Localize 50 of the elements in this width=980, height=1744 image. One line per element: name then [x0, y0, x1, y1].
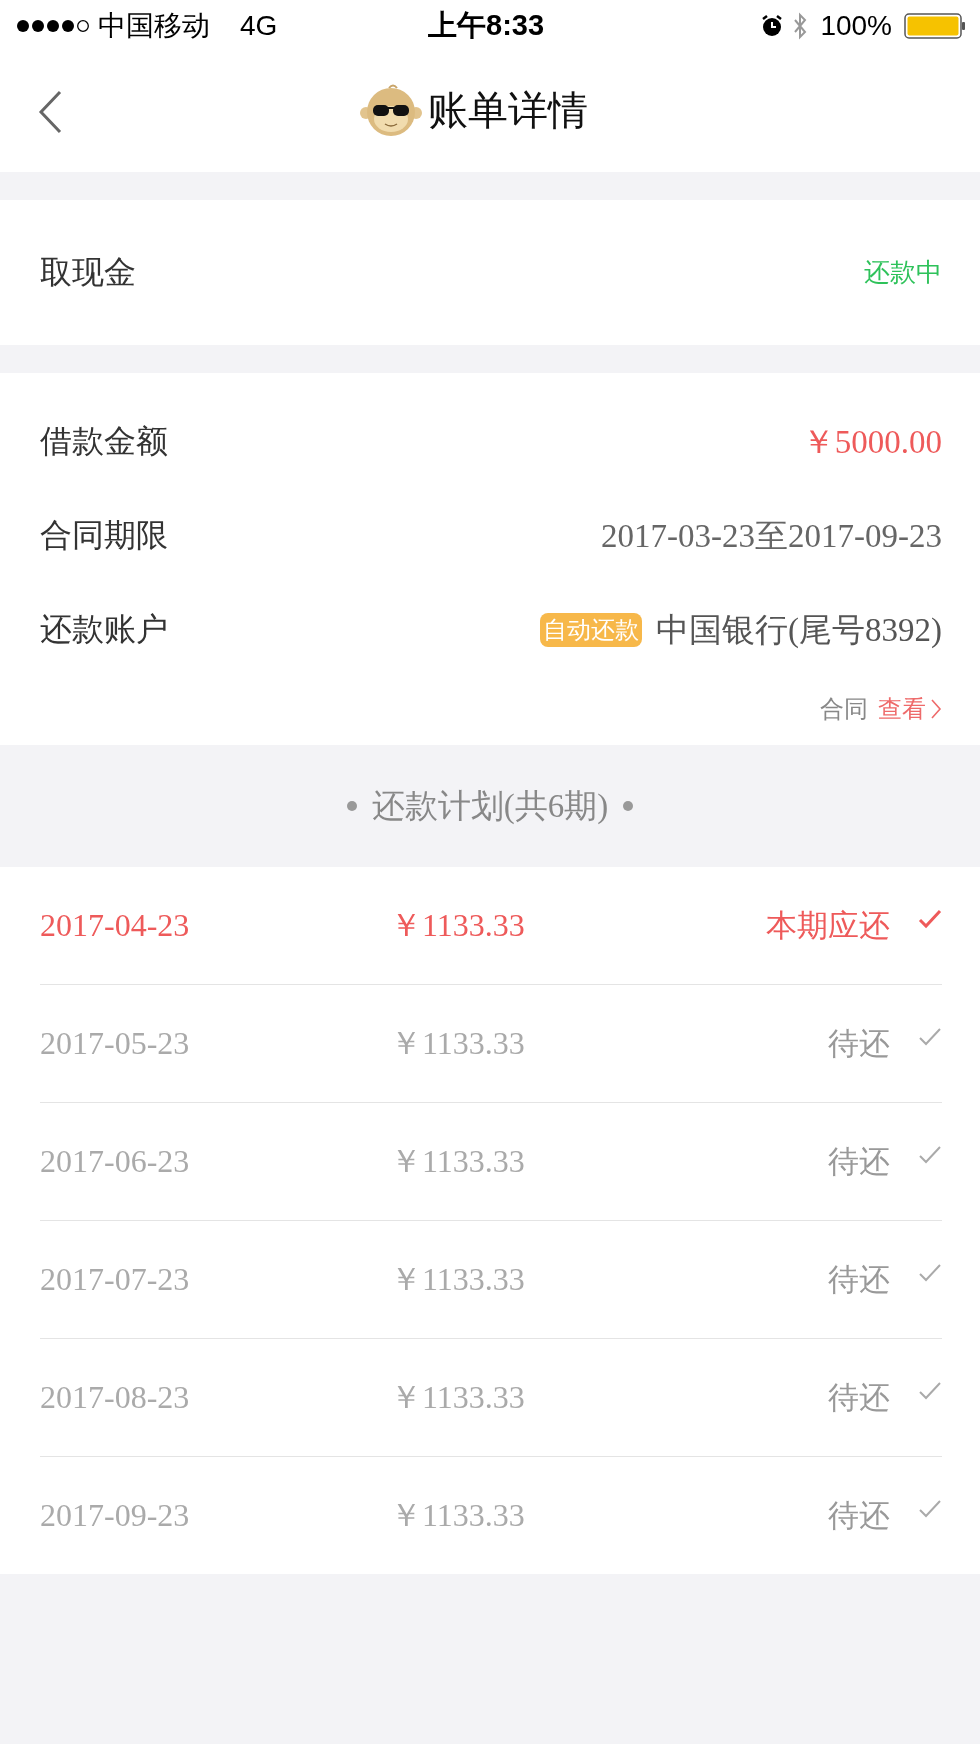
installment-amount: ￥1133.33 — [390, 905, 525, 945]
network-type: 4G — [240, 10, 278, 42]
installment-status: 待还 — [828, 1377, 890, 1417]
carrier-name: 中国移动 — [98, 9, 210, 43]
check-icon — [918, 908, 942, 929]
dot-icon — [345, 800, 358, 812]
installment-amount: ￥1133.33 — [390, 1377, 525, 1417]
battery-icon — [904, 13, 966, 39]
due-date: 2017-09-23 — [40, 1497, 191, 1534]
installment-amount: ￥1133.33 — [390, 1023, 525, 1063]
check-icon — [918, 1498, 942, 1519]
dot-icon — [622, 800, 635, 812]
installment-status: 待还 — [828, 1495, 890, 1535]
due-date: 2017-08-23 — [40, 1379, 191, 1416]
bluetooth-icon — [792, 12, 809, 40]
battery-percent: 100% — [820, 10, 892, 42]
view-contract-link[interactable]: 查看 — [878, 693, 942, 725]
auto-repay-badge: 自动还款 — [540, 613, 642, 647]
check-icon — [918, 1262, 942, 1283]
back-icon — [38, 90, 62, 134]
due-date: 2017-07-23 — [40, 1261, 191, 1298]
due-date: 2017-06-23 — [40, 1143, 191, 1180]
installment-amount: ￥1133.33 — [390, 1259, 525, 1299]
due-date: 2017-05-23 — [40, 1025, 191, 1062]
check-icon — [918, 1026, 942, 1047]
check-icon — [918, 1144, 942, 1165]
loan-type-label: 取现金 — [40, 251, 136, 293]
due-date: 2017-04-23 — [40, 907, 191, 944]
clock-time: 上午8:33 — [428, 8, 545, 43]
check-icon — [918, 1380, 942, 1401]
schedule-title: 还款计划(共6期) — [371, 786, 609, 826]
repayment-status: 还款中 — [864, 256, 942, 289]
detail-value: ￥5000.00 — [801, 422, 942, 462]
back-button[interactable] — [38, 90, 62, 134]
installment-amount: ￥1133.33 — [390, 1495, 525, 1535]
installment-status: 待还 — [828, 1023, 890, 1063]
detail-value: 2017-03-23至2017-09-23 — [601, 516, 942, 556]
signal-icon — [16, 19, 90, 33]
chevron-right-icon — [930, 698, 942, 720]
detail-label: 合同期限 — [40, 515, 168, 556]
contract-label: 合同 — [820, 694, 868, 725]
detail-label: 还款账户 — [40, 609, 168, 650]
installment-status: 待还 — [828, 1259, 890, 1299]
installment-amount: ￥1133.33 — [390, 1141, 525, 1181]
installment-status: 待还 — [828, 1141, 890, 1181]
page-title: 账单详情 — [428, 85, 588, 135]
monkey-icon — [360, 82, 422, 138]
detail-label: 借款金额 — [40, 421, 168, 462]
installment-status: 本期应还 — [766, 905, 890, 945]
detail-value: 中国银行(尾号8392) — [656, 610, 942, 650]
